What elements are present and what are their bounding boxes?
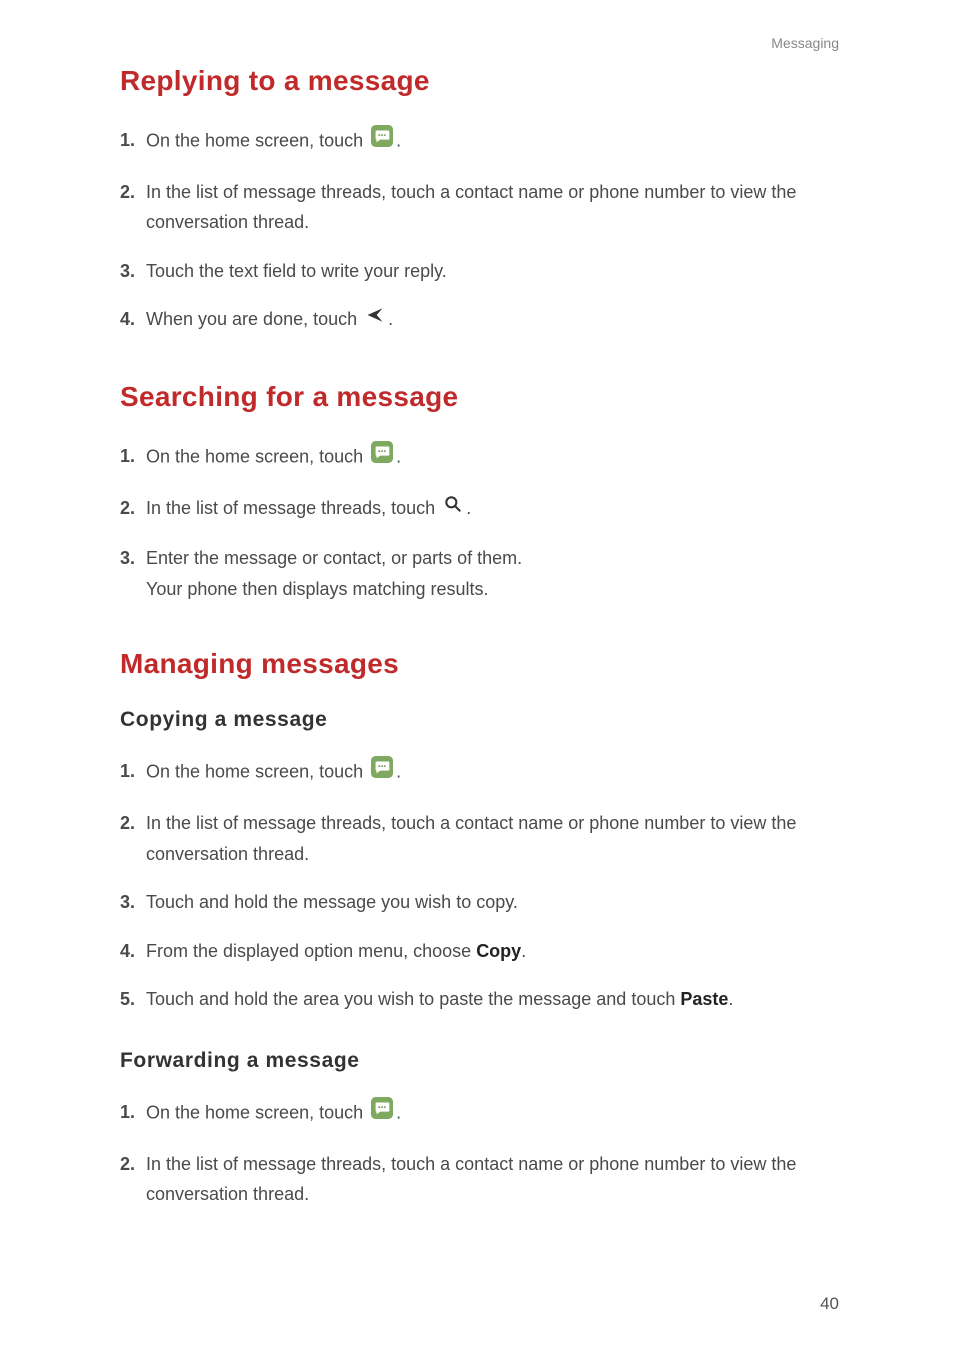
step-text: In the list of message threads, touch a … — [146, 1149, 839, 1210]
messaging-app-icon — [371, 756, 393, 788]
section-title-replying: Replying to a message — [120, 65, 839, 97]
section-title-searching: Searching for a message — [120, 381, 839, 413]
step-item: 2. In the list of message threads, touch… — [120, 493, 839, 526]
subsection-title-forwarding: Forwarding a message — [120, 1049, 839, 1073]
step-text: . — [728, 989, 733, 1009]
step-text: . — [396, 1102, 401, 1122]
step-number: 2. — [120, 808, 146, 839]
step-text: . — [396, 131, 401, 151]
step-item: 1. On the home screen, touch . — [120, 1097, 839, 1131]
step-number: 2. — [120, 177, 146, 208]
step-text: In the list of message threads, touch a … — [146, 177, 839, 238]
step-number: 1. — [120, 756, 146, 787]
step-text: . — [396, 762, 401, 782]
step-text: On the home screen, touch — [146, 1102, 363, 1122]
step-number: 1. — [120, 441, 146, 472]
step-item: 3. Touch and hold the message you wish t… — [120, 887, 839, 918]
step-text: On the home screen, touch — [146, 447, 363, 467]
step-item: 1. On the home screen, touch . — [120, 441, 839, 475]
step-text: . — [396, 447, 401, 467]
step-text: . — [466, 498, 471, 518]
step-text: In the list of message threads, touch a … — [146, 808, 839, 869]
step-item: 1. On the home screen, touch . — [120, 756, 839, 790]
step-text: Touch and hold the area you wish to past… — [146, 989, 680, 1009]
step-item: 3. Touch the text field to write your re… — [120, 256, 839, 287]
section-title-managing: Managing messages — [120, 648, 839, 680]
step-item: 4. When you are done, touch . — [120, 304, 839, 337]
step-text: When you are done, touch — [146, 309, 357, 329]
step-text: On the home screen, touch — [146, 762, 363, 782]
step-item: 1. On the home screen, touch . — [120, 125, 839, 159]
step-item: 2. In the list of message threads, touch… — [120, 1149, 839, 1210]
step-number: 3. — [120, 543, 146, 574]
step-number: 5. — [120, 984, 146, 1015]
step-subtext: Your phone then displays matching result… — [146, 574, 839, 605]
messaging-app-icon — [371, 441, 393, 473]
step-number: 4. — [120, 936, 146, 967]
ui-label-paste: Paste — [680, 989, 728, 1009]
ui-label-copy: Copy — [476, 941, 521, 961]
step-text: . — [388, 309, 393, 329]
step-number: 1. — [120, 1097, 146, 1128]
step-text: Touch the text field to write your reply… — [146, 256, 839, 287]
step-text: Touch and hold the message you wish to c… — [146, 887, 839, 918]
send-icon — [365, 304, 385, 335]
step-item: 3. Enter the message or contact, or part… — [120, 543, 839, 604]
step-number: 3. — [120, 887, 146, 918]
step-text: On the home screen, touch — [146, 131, 363, 151]
search-icon — [443, 493, 463, 524]
breadcrumb: Messaging — [120, 35, 839, 51]
step-number: 3. — [120, 256, 146, 287]
step-item: 2. In the list of message threads, touch… — [120, 177, 839, 238]
step-text: In the list of message threads, touch — [146, 498, 435, 518]
page-number: 40 — [820, 1294, 839, 1314]
step-item: 4. From the displayed option menu, choos… — [120, 936, 839, 967]
step-number: 4. — [120, 304, 146, 335]
step-text: Enter the message or contact, or parts o… — [146, 543, 839, 574]
step-text: From the displayed option menu, choose — [146, 941, 476, 961]
step-text: . — [521, 941, 526, 961]
step-number: 2. — [120, 493, 146, 524]
step-item: 5. Touch and hold the area you wish to p… — [120, 984, 839, 1015]
step-number: 2. — [120, 1149, 146, 1180]
step-number: 1. — [120, 125, 146, 156]
subsection-title-copying: Copying a message — [120, 708, 839, 732]
messaging-app-icon — [371, 125, 393, 157]
step-item: 2. In the list of message threads, touch… — [120, 808, 839, 869]
messaging-app-icon — [371, 1097, 393, 1129]
